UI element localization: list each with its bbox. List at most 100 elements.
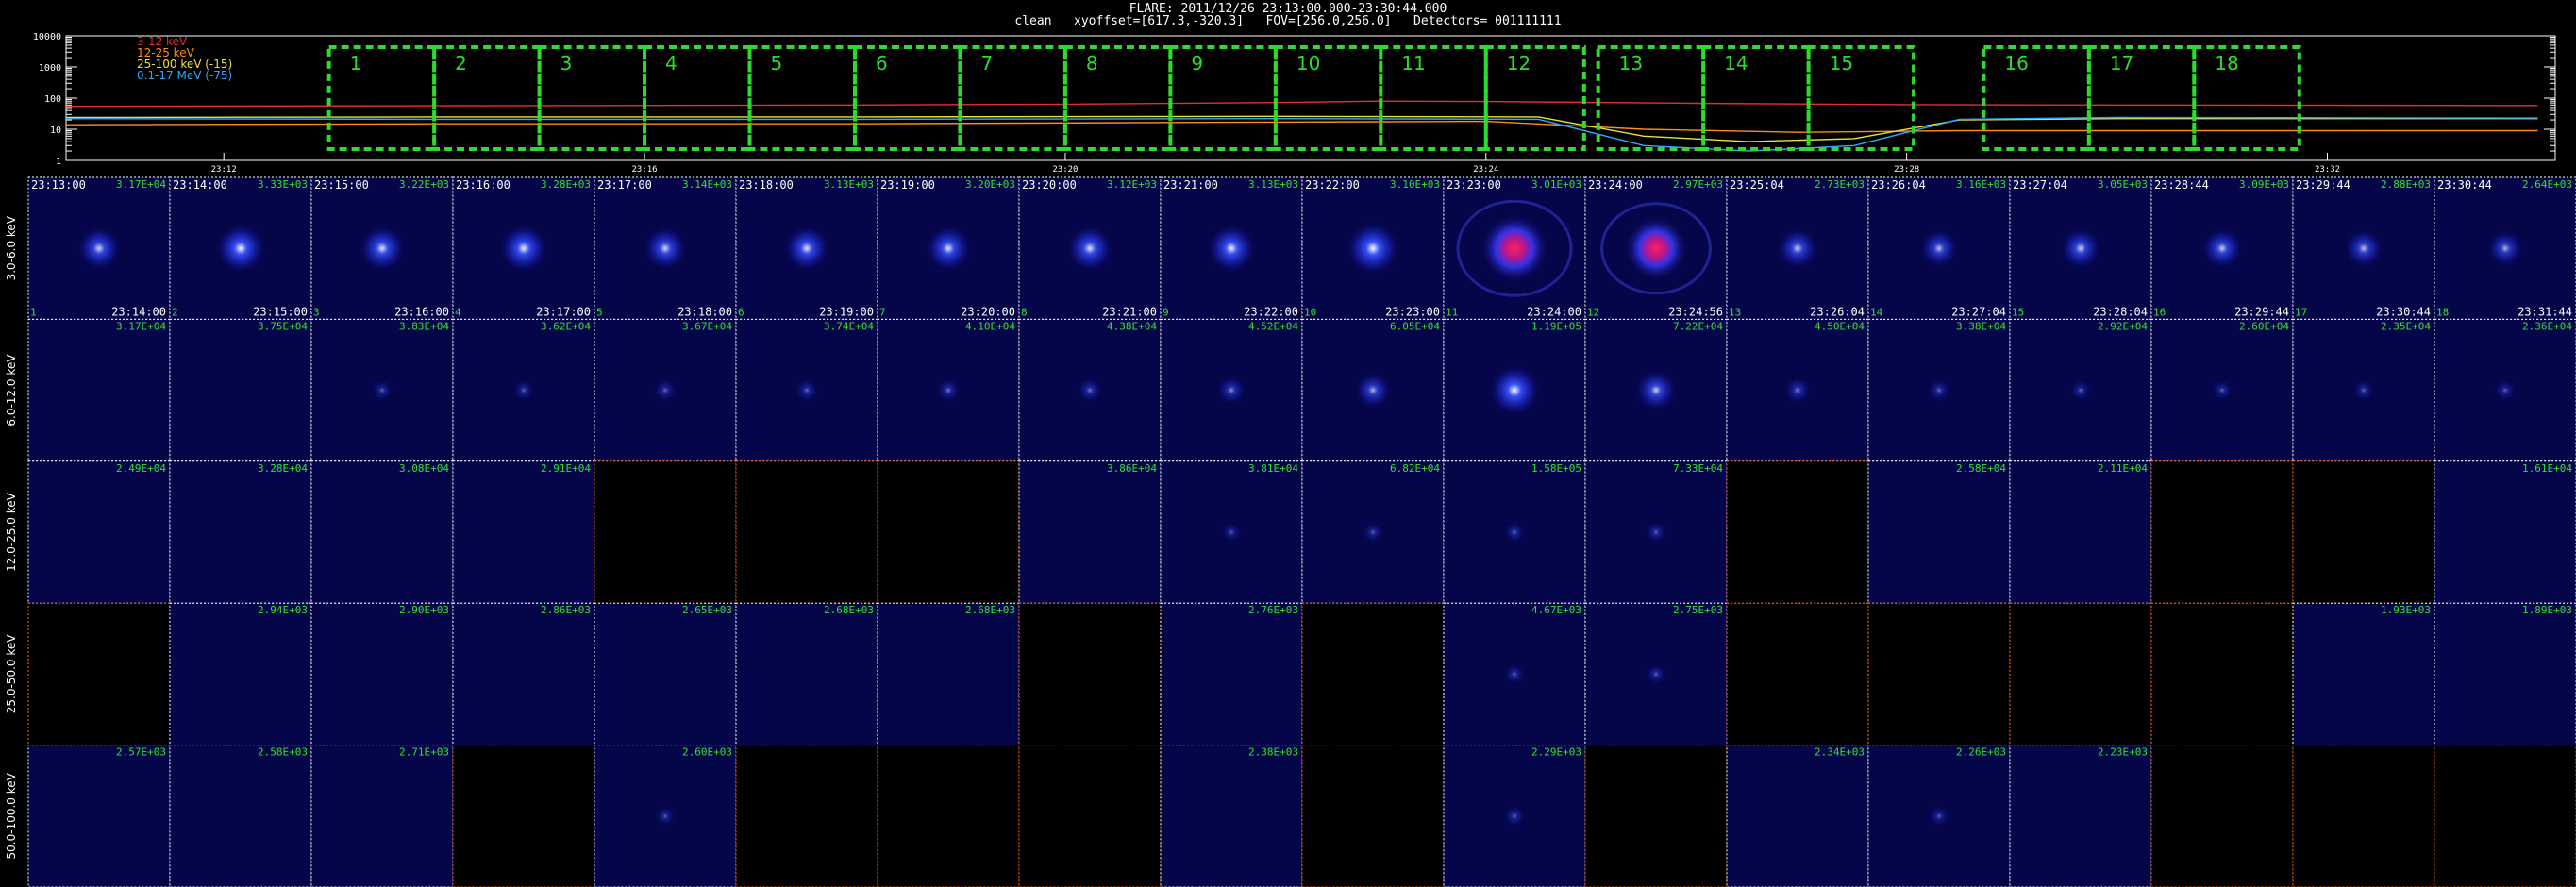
cell-value: 3.28E+03 — [541, 178, 591, 191]
cell-value: 3.83E+04 — [399, 320, 449, 332]
cell-background — [2292, 602, 2435, 746]
cell-value: 2.86E+03 — [541, 604, 591, 616]
flare-source — [1784, 377, 1811, 404]
image-cell — [1301, 602, 1445, 746]
empty-cell — [452, 745, 595, 887]
image-cell — [1726, 460, 1869, 604]
image-cell: 2.97E+03 23:24:00 23:24:56 12 — [1584, 176, 1728, 320]
cell-value: 3.75E+04 — [258, 320, 308, 332]
image-cell: 2.49E+04 — [27, 460, 171, 604]
image-cell — [1867, 602, 2011, 746]
image-cell: 7.33E+04 — [1584, 460, 1728, 604]
cell-value: 2.26E+03 — [1956, 746, 2006, 759]
image-cell — [1018, 745, 1162, 887]
empty-cell — [2292, 460, 2435, 604]
cell-value: 1.93E+03 — [2381, 604, 2431, 616]
cell-value: 4.38E+04 — [1107, 320, 1157, 332]
flare-source — [1480, 214, 1548, 283]
image-cell — [2292, 460, 2435, 604]
cell-value: 2.58E+04 — [1956, 462, 2006, 475]
cell-index: 1 — [30, 306, 37, 318]
cell-value: 3.14E+03 — [682, 178, 732, 191]
flare-source — [2060, 227, 2101, 269]
cell-value: 1.19E+05 — [1531, 320, 1581, 332]
cell-value: 2.91E+04 — [541, 462, 591, 475]
cell-value: 2.73E+03 — [1815, 178, 1865, 191]
image-cell: 3.33E+03 23:14:00 23:15:00 2 — [169, 176, 312, 320]
image-cell: 3.13E+03 23:18:00 23:19:00 6 — [735, 176, 878, 320]
flare-source — [1503, 663, 1526, 685]
cell-value: 3.01E+03 — [1531, 178, 1581, 191]
cell-value: 2.34E+03 — [1815, 746, 1865, 759]
cell-end-time: 23:31:44 — [2517, 305, 2572, 318]
cell-index: 16 — [2153, 306, 2166, 318]
cell-start-time: 23:30:44 — [2437, 178, 2492, 192]
cell-value: 2.76E+03 — [1248, 604, 1298, 616]
cell-value: 3.62E+04 — [541, 320, 591, 332]
flare-source — [1077, 377, 1103, 403]
image-cell: 2.68E+03 — [735, 602, 878, 746]
cell-value: 3.17E+04 — [116, 320, 166, 332]
empty-cell — [735, 745, 878, 887]
image-cell: 2.34E+03 — [1726, 745, 1869, 887]
cell-index: 14 — [1870, 306, 1883, 318]
empty-cell — [1867, 602, 2011, 746]
image-cell: 3.22E+03 23:15:00 23:16:00 3 — [310, 176, 454, 320]
image-cell: 2.58E+04 — [1867, 460, 2011, 604]
cell-value: 2.11E+04 — [2098, 462, 2148, 475]
flare-source — [1624, 216, 1688, 280]
cell-value: 1.61E+04 — [2522, 462, 2572, 475]
cell-index: 6 — [738, 306, 744, 318]
image-cell: 2.64E+03 23:30:44 23:31:44 18 — [2434, 176, 2576, 320]
image-cell — [1726, 602, 1869, 746]
cell-background — [1160, 745, 1303, 887]
cell-value: 2.57E+03 — [116, 746, 166, 759]
image-cell: 2.75E+03 — [1584, 602, 1728, 746]
flare-source — [655, 806, 676, 827]
cell-value: 3.28E+04 — [258, 462, 308, 475]
cell-end-time: 23:19:00 — [819, 305, 874, 318]
cell-index: 10 — [1304, 306, 1316, 318]
image-cell: 3.10E+03 23:22:00 23:23:00 10 — [1301, 176, 1445, 320]
image-cell: 3.86E+04 — [1018, 460, 1162, 604]
image-cell — [2292, 745, 2435, 887]
empty-cell — [1726, 460, 1869, 604]
image-cell: 2.57E+03 — [27, 745, 171, 887]
flare-source — [1362, 521, 1384, 544]
cell-value: 2.60E+03 — [682, 746, 732, 759]
cell-background — [27, 318, 171, 462]
flare-source — [1635, 369, 1677, 411]
empty-cell — [1301, 745, 1445, 887]
cell-background — [735, 602, 878, 746]
image-cell: 3.38E+04 — [1867, 318, 2011, 462]
image-cell: 3.17E+04 23:13:00 23:14:00 1 — [27, 176, 171, 320]
cell-value: 2.68E+03 — [965, 604, 1015, 616]
cell-value: 3.22E+03 — [399, 178, 449, 191]
cell-end-time: 23:23:00 — [1385, 305, 1440, 318]
image-cell: 2.26E+03 — [1867, 745, 2011, 887]
flare-source — [2352, 379, 2375, 401]
cell-start-time: 23:18:00 — [739, 178, 794, 192]
cell-value: 2.88E+03 — [2381, 178, 2431, 191]
cell-end-time: 23:18:00 — [677, 305, 732, 318]
cell-start-time: 23:28:44 — [2154, 178, 2209, 192]
flare-source — [2486, 230, 2524, 267]
cell-value: 4.67E+03 — [1531, 604, 1581, 616]
cell-value: 3.17E+04 — [116, 178, 166, 191]
cell-start-time: 23:19:00 — [880, 178, 935, 192]
image-cell: 2.76E+03 — [1160, 602, 1303, 746]
empty-cell — [2150, 745, 2294, 887]
empty-cell — [2150, 460, 2294, 604]
cell-end-time: 23:21:00 — [1102, 305, 1157, 318]
cell-value: 2.60E+04 — [2239, 320, 2289, 332]
flare-source — [1645, 521, 1667, 544]
cell-value: 2.29E+03 — [1531, 746, 1581, 759]
cell-end-time: 23:22:00 — [1244, 305, 1298, 318]
cell-end-time: 23:29:44 — [2234, 305, 2289, 318]
cell-background — [2434, 460, 2576, 604]
cell-value: 2.38E+03 — [1248, 746, 1298, 759]
image-cell — [735, 460, 878, 604]
cell-background — [1018, 460, 1162, 604]
flare-source — [1503, 805, 1526, 828]
cell-index: 18 — [2436, 306, 2449, 318]
